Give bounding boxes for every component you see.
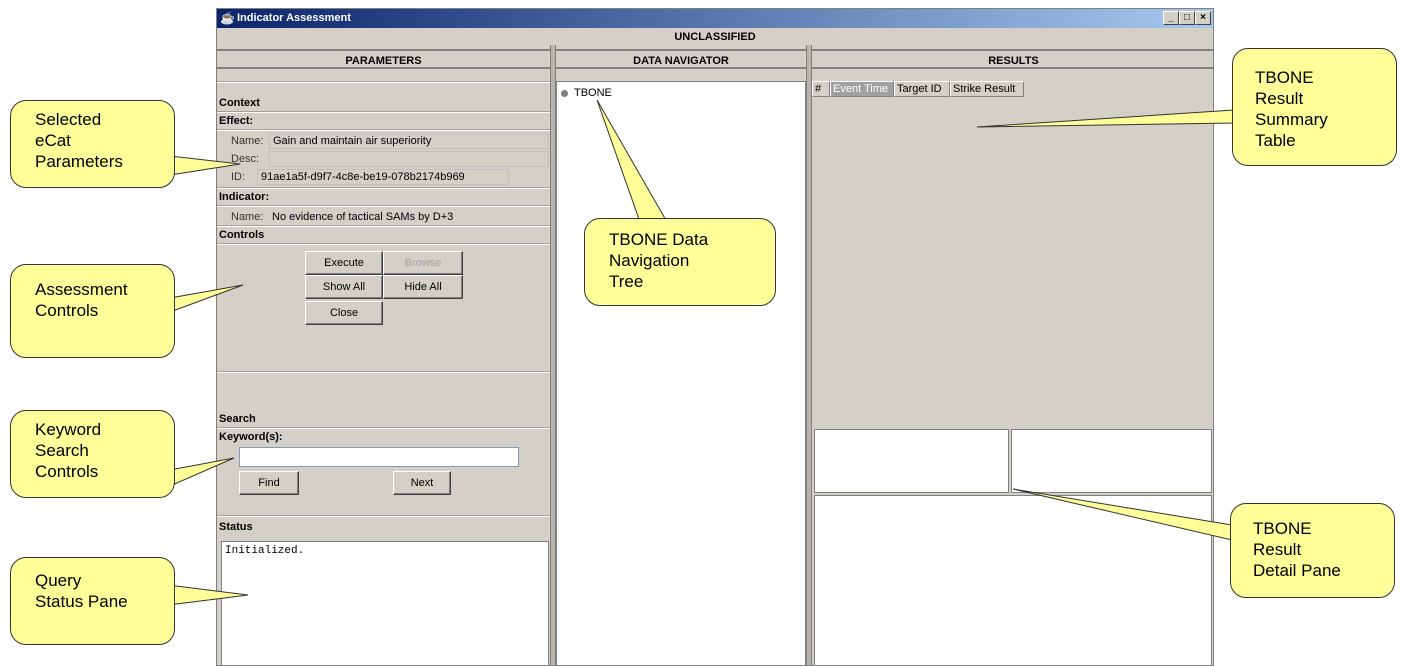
tree-node[interactable]: TBONE [561,86,612,100]
effect-desc-field [269,151,549,167]
search-label: Search [219,413,256,425]
effect-id-label: ID: [231,171,246,183]
application-window: ☕ Indicator Assessment _ □ × UNCLASSIFIE… [216,8,1214,666]
separator [217,225,550,227]
results-panel: RESULTS # Event Time Target ID Strike Re… [812,45,1213,665]
callout-keyword-search: Keyword Search Controls [10,410,175,498]
browse-button[interactable]: Browse [383,251,463,275]
indicator-name-label: Name: [231,211,264,223]
results-header: RESULTS [812,49,1213,69]
navigator-header: DATA NAVIGATOR [556,49,806,69]
detail-pane-left [814,429,1009,493]
keywords-label: Keyword(s): [219,431,283,443]
close-icon[interactable]: × [1195,11,1211,25]
separator [217,515,550,517]
hide-all-button[interactable]: Hide All [383,275,463,299]
execute-button[interactable]: Execute [305,251,383,275]
separator [217,243,550,245]
effect-label: Effect: [219,115,254,127]
separator [217,427,550,429]
data-navigator-panel: DATA NAVIGATOR TBONE [556,45,806,665]
status-pane: Initialized. [221,541,549,665]
separator [217,129,550,131]
column-header-strike-result[interactable]: Strike Result [950,81,1024,97]
separator [217,111,550,113]
tree-node-label: TBONE [574,87,612,99]
keyword-search-input[interactable] [239,447,519,467]
classification-banner: UNCLASSIFIED [674,31,756,43]
effect-desc-label: Desc: [231,153,260,165]
controls-label: Controls [219,229,265,241]
navigation-tree[interactable]: TBONE [556,81,806,665]
effect-name-field: Gain and maintain air superiority [269,133,549,149]
tree-node-icon [561,89,568,97]
find-button[interactable]: Find [239,471,299,495]
effect-name-label: Name: [231,135,264,147]
separator [217,371,550,373]
status-label: Status [219,521,253,533]
effect-id-field: 91ae1a5f-d9f7-4c8e-be19-078b2174b969 [257,169,509,185]
indicator-label: Indicator: [219,191,270,203]
parameters-header: PARAMETERS [217,49,550,69]
maximize-icon[interactable]: □ [1179,11,1195,25]
separator [217,205,550,207]
separator [217,187,550,189]
result-summary-table[interactable]: # Event Time Target ID Strike Result [812,81,1213,429]
column-header-target-id[interactable]: Target ID [894,81,950,97]
title-bar[interactable]: ☕ Indicator Assessment _ □ × [217,9,1213,28]
next-button[interactable]: Next [393,471,451,495]
window-title: Indicator Assessment [237,12,351,24]
callout-detail-pane: TBONE Result Detail Pane [1230,503,1395,598]
parameters-panel: PARAMETERS Context Effect: Name: Gain an… [217,45,550,665]
callout-query-status: Query Status Pane [10,557,175,645]
java-cup-icon: ☕ [220,11,235,25]
callout-nav-tree: TBONE Data Navigation Tree [584,218,776,306]
detail-pane-right [1011,429,1212,493]
callout-summary-table: TBONE Result Summary Table [1232,48,1397,166]
callout-selected-params: Selected eCat Parameters [10,100,175,188]
indicator-name-value: No evidence of tactical SAMs by D+3 [272,211,454,223]
context-label: Context [219,97,260,109]
column-header-event-time[interactable]: Event Time [830,81,894,97]
separator [217,81,550,83]
close-button[interactable]: Close [305,301,383,325]
result-detail-pane [814,495,1212,665]
column-header-index[interactable]: # [812,81,830,97]
show-all-button[interactable]: Show All [305,275,383,299]
minimize-icon[interactable]: _ [1163,11,1179,25]
callout-assessment-controls: Assessment Controls [10,264,175,358]
